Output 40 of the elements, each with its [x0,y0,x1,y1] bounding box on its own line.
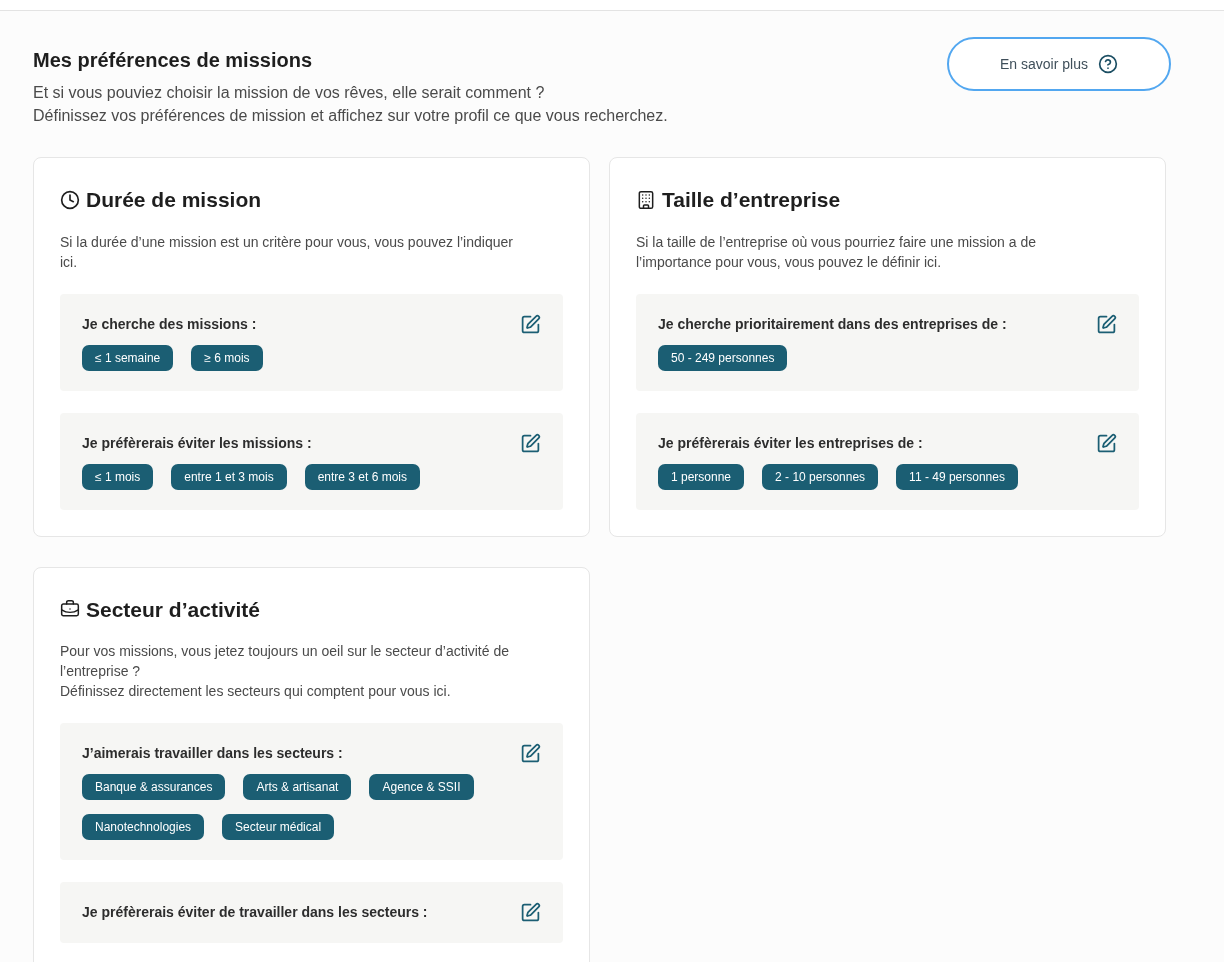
card-title: Secteur d’activité [86,596,260,623]
card-title: Taille d’entreprise [662,187,841,213]
tag: Banque & assurances [82,774,226,800]
page-title: Mes préférences de missions [33,48,313,73]
card-description: Si la taille de l’entreprise où vous pourriez faire une mission a de l’importance pour vous, vous pouvez le définir ici. [636,232,1037,272]
help-icon [1097,54,1118,74]
edit-icon[interactable] [520,902,541,923]
block-label: Je préfèrerais éviter les missions : [82,433,312,453]
learn-more-button[interactable]: En savoir plus [947,37,1171,91]
card-description: Définissez directement les secteurs qui comptent pour vous ici. [60,682,452,701]
block-label: Je cherche prioritairement dans des entreprises de : [658,314,1007,334]
edit-icon[interactable] [520,743,541,764]
card-description: Pour vos missions, vous jetez toujours un oeil sur le secteur d’activité de l’entreprise ? [60,642,510,681]
tag: 50 - 249 personnes [658,344,788,371]
card-title: Durée de mission [86,187,262,213]
tag: Secteur médical [222,814,335,840]
tag: 11 - 49 personnes [896,463,1018,490]
page-description: Définissez vos préférences de mission et affichez sur votre profil ce que vous recherchez. [33,106,668,126]
card-description: Si la durée d’une mission est un critère pour vous, vous pouvez l’indiquer ici. [60,232,514,272]
block-label: Je préfèrerais éviter de travailler dans les secteurs : [82,903,428,922]
edit-icon[interactable] [520,313,541,335]
tag: 2 - 10 personnes [762,463,879,490]
building-icon [636,189,656,210]
page-description: Et si vous pouviez choisir la mission de vos rêves, elle serait comment ? [33,83,546,103]
tag: ≤ 1 mois [82,463,154,490]
tag: ≥ 6 mois [191,344,263,371]
edit-icon[interactable] [1096,432,1117,454]
tag: 1 personne [658,463,745,490]
tag: entre 1 et 3 mois [171,463,287,490]
tag: entre 3 et 6 mois [304,463,421,490]
tag: Nanotechnologies [82,814,205,840]
clock-icon [60,189,80,210]
edit-icon[interactable] [1096,313,1117,335]
block-label: Je préfèrerais éviter les entreprises de : [658,433,923,453]
edit-icon[interactable] [520,432,541,454]
tag: Arts & artisanat [243,774,352,800]
tag: Agence & SSII [369,774,474,800]
block-label: Je cherche des missions : [82,314,257,334]
block-label: J’aimerais travailler dans les secteurs : [82,744,343,763]
tag: ≤ 1 semaine [82,344,174,371]
